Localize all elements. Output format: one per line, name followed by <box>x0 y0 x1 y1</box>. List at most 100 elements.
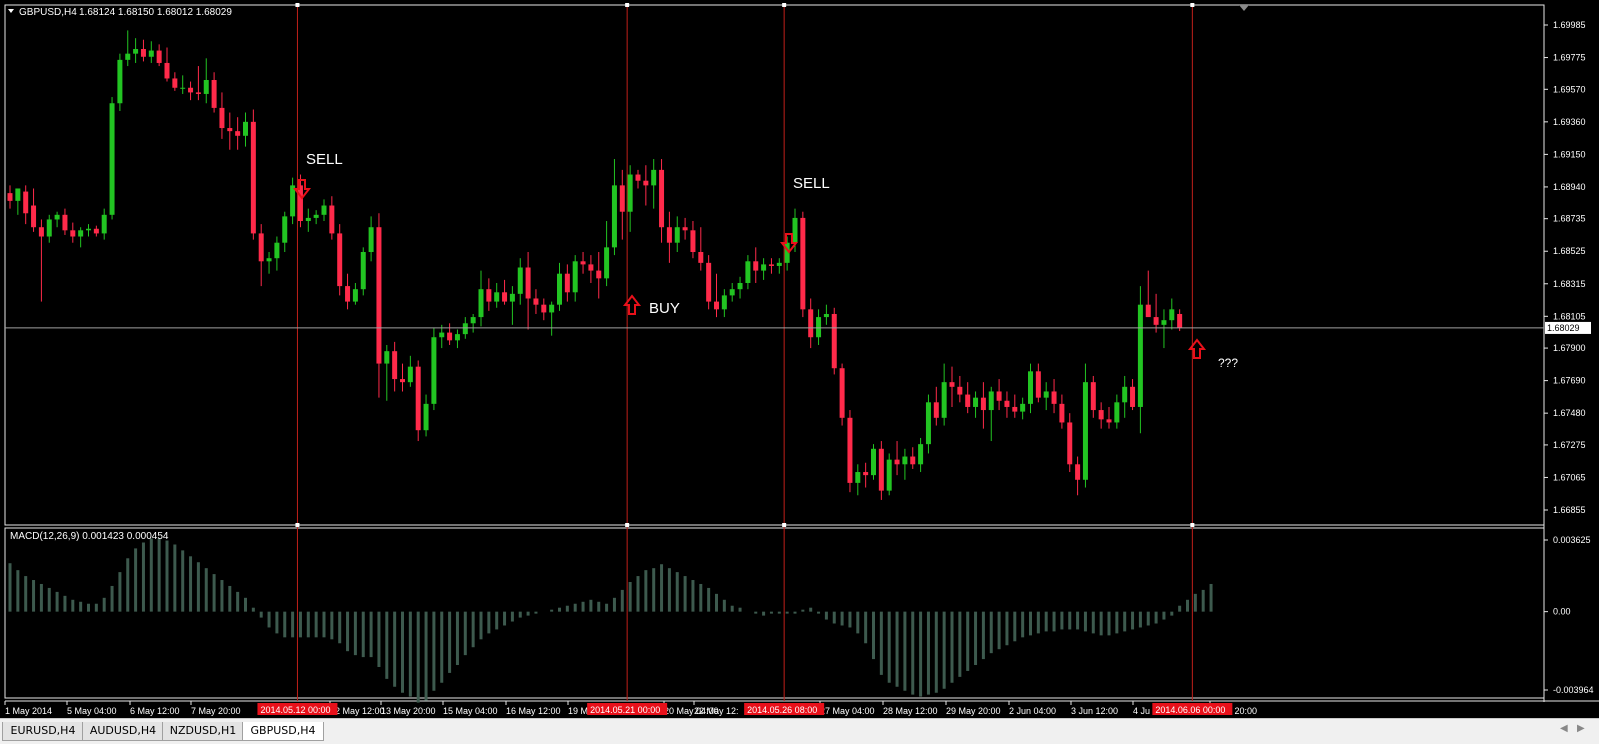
marker-handle[interactable] <box>782 3 787 7</box>
price-tick-label: 1.68105 <box>1553 311 1586 321</box>
chart-header: GBPUSD,H4 1.68124 1.68150 1.68012 1.6802… <box>8 7 232 18</box>
bear-candle <box>345 286 351 302</box>
bear-candle <box>753 261 759 271</box>
bear-candle <box>1177 313 1183 328</box>
marker-handle[interactable] <box>782 523 787 527</box>
bull-candle <box>101 214 107 234</box>
price-tick-label: 1.69360 <box>1553 117 1586 127</box>
marker-handle[interactable] <box>295 523 300 527</box>
bull-candle <box>1028 371 1033 404</box>
bull-candle <box>1020 403 1026 412</box>
bear-candle <box>172 78 178 88</box>
price-tick-label: 1.67275 <box>1553 440 1586 450</box>
time-tick-label: 19 M <box>568 706 588 716</box>
bear-candle <box>980 397 986 411</box>
bear-candle <box>863 472 869 476</box>
bear-candle <box>258 233 264 262</box>
marker-handle[interactable] <box>1190 523 1195 527</box>
bull-candle <box>1137 304 1143 407</box>
bear-candle <box>392 351 398 380</box>
bull-candle <box>125 53 131 60</box>
bull-candle <box>86 228 91 231</box>
bear-candle <box>533 298 539 305</box>
bull-candle <box>15 188 21 201</box>
bull-candle <box>470 317 476 324</box>
bull-candle <box>431 337 437 404</box>
bull-candle <box>290 185 296 217</box>
bear-candle <box>140 49 146 57</box>
scroll-right-icon[interactable]: ▶ <box>1577 723 1585 734</box>
bull-candle <box>478 289 484 318</box>
price-tick-label: 1.68940 <box>1553 182 1586 192</box>
bear-candle <box>1130 386 1136 407</box>
shift-marker-icon[interactable] <box>1239 5 1249 11</box>
bear-candle <box>1051 391 1057 404</box>
bear-candle <box>31 205 37 228</box>
bull-candle <box>454 334 460 341</box>
time-tick-label: 29 May 20:00 <box>946 706 1001 716</box>
ohlc-readout: 1.68124 1.68150 1.68012 1.68029 <box>79 7 232 18</box>
bull-candle <box>776 262 782 266</box>
dropdown-triangle-icon[interactable] <box>8 9 14 13</box>
scroll-left-icon[interactable]: ◀ <box>1560 723 1568 734</box>
bear-candle <box>164 62 170 79</box>
price-tick-label: 1.67900 <box>1553 343 1586 353</box>
tab-eurusd-h4[interactable]: EURUSD,H4 <box>2 722 84 741</box>
price-tick-label: 1.69985 <box>1553 20 1586 30</box>
bull-candle <box>737 282 743 290</box>
bear-candle <box>831 313 837 369</box>
marker-date-badges: 2014.05.12 00:00 2014.05.21 00:00 2014.05.… <box>257 3 1233 715</box>
bear-candle <box>1035 371 1041 398</box>
bull-candle <box>792 217 798 243</box>
marker-handle[interactable] <box>625 3 630 7</box>
bull-candle <box>745 261 751 283</box>
price-tick-label: 1.67065 <box>1553 472 1586 482</box>
candlestick-series <box>7 30 1183 500</box>
bull-candle <box>1043 391 1049 398</box>
bull-candle <box>925 402 931 445</box>
bear-candle <box>588 264 594 271</box>
signal-label: SELL <box>793 175 830 192</box>
tab-nzdusd-h1[interactable]: NZDUSD,H1 <box>162 722 244 741</box>
bear-candle <box>1145 304 1151 318</box>
bull-candle <box>1122 386 1128 403</box>
marker-handle[interactable] <box>1190 3 1195 7</box>
bear-candle <box>23 191 29 214</box>
bear-candle <box>1059 403 1065 423</box>
bull-candle <box>133 49 139 54</box>
bull-candle <box>988 391 994 411</box>
time-tick-label: 4 Ju <box>1133 706 1150 716</box>
bull-candle <box>1114 402 1120 423</box>
time-tick-label: 28 May 12:00 <box>883 706 938 716</box>
bear-candle <box>698 252 704 263</box>
bull-candle <box>729 289 735 296</box>
bull-candle <box>549 304 555 313</box>
bear-candle <box>1090 382 1096 411</box>
bull-candle <box>627 174 633 212</box>
tab-audusd-h4[interactable]: AUDUSD,H4 <box>82 722 164 741</box>
bear-candle <box>564 273 570 293</box>
marker-handle[interactable] <box>625 523 630 527</box>
signal-annotations: SELL BUY SELL??? <box>292 151 1238 370</box>
price-tick-label: 1.67690 <box>1553 376 1586 386</box>
marker-handle[interactable] <box>295 3 300 7</box>
tab-gbpusd-h4[interactable]: GBPUSD,H4 <box>242 722 324 741</box>
time-tick-label: 15 May 04:00 <box>443 706 498 716</box>
bull-candle <box>180 87 186 89</box>
bear-candle <box>933 402 939 418</box>
bull-candle <box>360 252 366 290</box>
bull-candle <box>117 59 123 104</box>
bear-candle <box>541 304 547 313</box>
bear-candle <box>1153 317 1159 325</box>
bull-candle <box>1161 320 1167 325</box>
price-tick-label: 1.69775 <box>1553 53 1586 63</box>
price-tick-label: 1.68315 <box>1553 279 1586 289</box>
bull-candle <box>651 169 657 186</box>
bull-candle <box>462 323 468 335</box>
bull-candle <box>407 366 413 383</box>
bull-candle <box>761 264 767 271</box>
bull-candle <box>494 292 500 302</box>
chart-canvas[interactable]: GBPUSD,H4 1.68124 1.68150 1.68012 1.6802… <box>0 0 1599 718</box>
time-tick-label: 27 May 04:00 <box>820 706 875 716</box>
bear-candle <box>690 230 696 253</box>
